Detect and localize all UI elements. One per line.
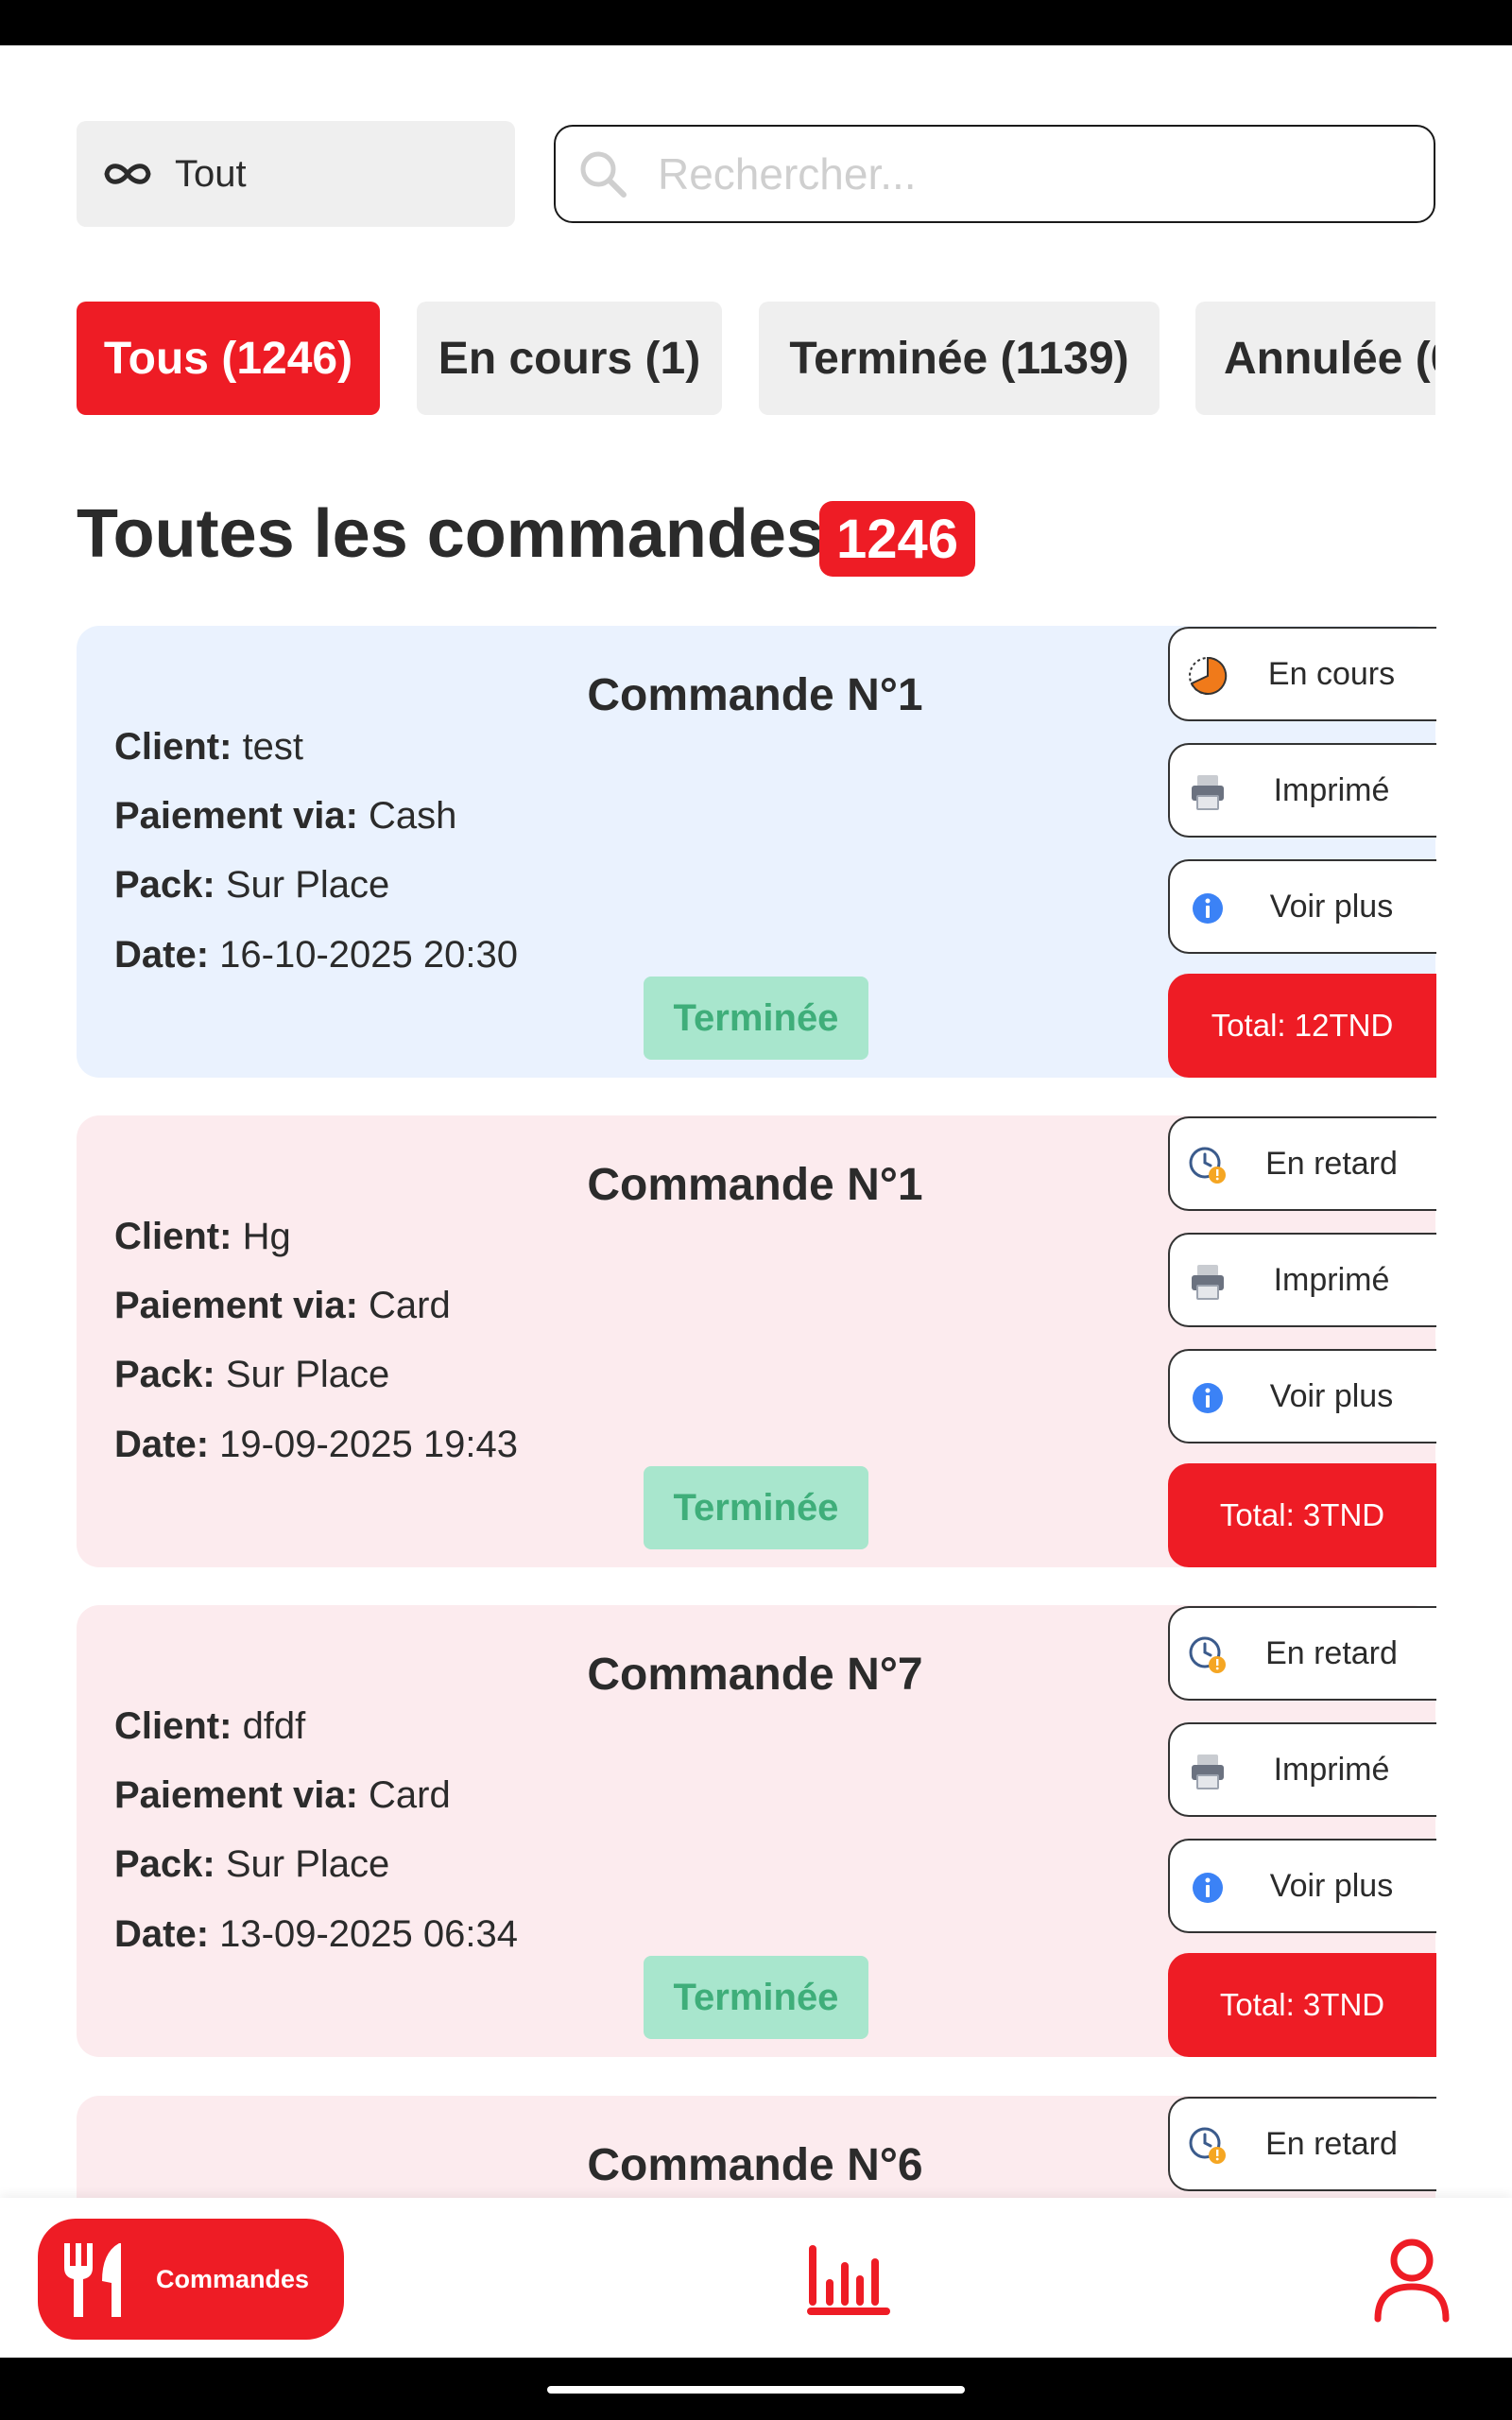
client-value: dfdf bbox=[242, 1705, 306, 1747]
fork-knife-icon bbox=[64, 2243, 121, 2317]
nav-orders-button[interactable]: Commandes bbox=[38, 2219, 344, 2340]
late-button[interactable]: En retard bbox=[1168, 1116, 1436, 1211]
progress-label: En cours bbox=[1267, 655, 1396, 692]
bar-chart-icon[interactable] bbox=[803, 2241, 894, 2319]
printed-button[interactable]: Imprimé bbox=[1168, 1722, 1436, 1817]
tab-annulee[interactable]: Annulée (0) bbox=[1195, 302, 1435, 415]
tab-terminee[interactable]: Terminée (1139) bbox=[759, 302, 1160, 415]
date-value: 19-09-2025 19:43 bbox=[219, 1424, 518, 1465]
infinity-icon bbox=[104, 164, 151, 184]
search-box[interactable] bbox=[554, 125, 1435, 223]
late-clock-icon bbox=[1189, 1636, 1226, 1673]
see-more-label: Voir plus bbox=[1269, 888, 1394, 925]
printer-icon bbox=[1192, 1754, 1224, 1789]
total-badge[interactable]: Total: 3TND bbox=[1168, 1953, 1436, 2057]
pack-value: Sur Place bbox=[225, 1843, 390, 1885]
orders-count-badge: 1246 bbox=[819, 501, 976, 577]
filter-select-label: Tout bbox=[175, 152, 247, 195]
late-button[interactable]: En retard bbox=[1168, 1606, 1436, 1701]
payment-value: Card bbox=[369, 1285, 451, 1326]
filter-select[interactable]: Tout bbox=[77, 121, 515, 227]
page-title: Toutes les commandes bbox=[77, 496, 824, 572]
status-bar bbox=[0, 0, 1512, 45]
status-badge: Terminée bbox=[644, 1466, 868, 1549]
printer-icon bbox=[1192, 775, 1224, 810]
client-label: Client: bbox=[114, 1705, 232, 1747]
pack-value: Sur Place bbox=[225, 864, 390, 906]
status-badge: Terminée bbox=[644, 1956, 868, 2039]
progress-button[interactable]: En cours bbox=[1168, 627, 1436, 721]
order-date: Date: 13-09-2025 06:34 bbox=[114, 1913, 518, 1956]
late-clock-icon bbox=[1189, 2127, 1226, 2164]
payment-value: Cash bbox=[369, 795, 457, 837]
home-indicator[interactable] bbox=[547, 2386, 965, 2394]
see-more-button[interactable]: Voir plus bbox=[1168, 1349, 1436, 1443]
date-label: Date: bbox=[114, 1913, 210, 1955]
late-label: En retard bbox=[1265, 2125, 1398, 2162]
total-badge[interactable]: Total: 12TND bbox=[1168, 974, 1436, 1078]
client-value: test bbox=[242, 726, 304, 768]
client-label: Client: bbox=[114, 1216, 232, 1257]
info-icon bbox=[1193, 1383, 1223, 1413]
printed-label: Imprimé bbox=[1273, 1751, 1390, 1788]
date-label: Date: bbox=[114, 1424, 210, 1465]
printer-icon bbox=[1192, 1265, 1224, 1300]
date-value: 16-10-2025 20:30 bbox=[219, 934, 518, 976]
late-label: En retard bbox=[1265, 1634, 1398, 1671]
late-button[interactable]: En retard bbox=[1168, 2097, 1436, 2191]
pack-label: Pack: bbox=[114, 864, 215, 906]
bottom-navigation: Commandes bbox=[0, 2198, 1512, 2358]
payment-label: Paiement via: bbox=[114, 1285, 358, 1326]
order-pack: Pack: Sur Place bbox=[114, 864, 389, 907]
order-payment: Paiement via: Card bbox=[114, 1774, 451, 1817]
payment-value: Card bbox=[369, 1774, 451, 1816]
printed-label: Imprimé bbox=[1273, 771, 1390, 808]
order-date: Date: 16-10-2025 20:30 bbox=[114, 934, 518, 977]
payment-label: Paiement via: bbox=[114, 795, 358, 837]
printed-button[interactable]: Imprimé bbox=[1168, 1233, 1436, 1327]
client-value: Hg bbox=[242, 1216, 291, 1257]
status-badge: Terminée bbox=[644, 977, 868, 1060]
pack-label: Pack: bbox=[114, 1354, 215, 1395]
payment-label: Paiement via: bbox=[114, 1774, 358, 1816]
date-label: Date: bbox=[114, 934, 210, 976]
search-icon bbox=[580, 151, 627, 198]
search-input[interactable] bbox=[658, 148, 1395, 199]
info-icon bbox=[1193, 1873, 1223, 1903]
order-date: Date: 19-09-2025 19:43 bbox=[114, 1424, 518, 1466]
pack-value: Sur Place bbox=[225, 1354, 390, 1395]
late-label: En retard bbox=[1265, 1145, 1398, 1182]
info-icon bbox=[1193, 893, 1223, 924]
printed-label: Imprimé bbox=[1273, 1261, 1390, 1298]
printed-button[interactable]: Imprimé bbox=[1168, 743, 1436, 838]
see-more-button[interactable]: Voir plus bbox=[1168, 859, 1436, 954]
order-payment: Paiement via: Card bbox=[114, 1285, 451, 1327]
order-client: Client: dfdf bbox=[114, 1705, 305, 1748]
see-more-button[interactable]: Voir plus bbox=[1168, 1839, 1436, 1933]
order-pack: Pack: Sur Place bbox=[114, 1354, 389, 1396]
pack-label: Pack: bbox=[114, 1843, 215, 1885]
tab-tous[interactable]: Tous (1246) bbox=[77, 302, 380, 415]
tab-en-cours[interactable]: En cours (1) bbox=[417, 302, 722, 415]
see-more-label: Voir plus bbox=[1269, 1377, 1394, 1414]
order-client: Client: Hg bbox=[114, 1216, 291, 1258]
see-more-label: Voir plus bbox=[1269, 1867, 1394, 1904]
status-tabs: Tous (1246) En cours (1) Terminée (1139)… bbox=[77, 302, 1435, 415]
in-progress-clock-icon bbox=[1189, 656, 1228, 695]
date-value: 13-09-2025 06:34 bbox=[219, 1913, 518, 1955]
order-client: Client: test bbox=[114, 726, 303, 769]
order-pack: Pack: Sur Place bbox=[114, 1843, 389, 1886]
total-badge[interactable]: Total: 3TND bbox=[1168, 1463, 1436, 1567]
client-label: Client: bbox=[114, 726, 232, 768]
nav-orders-label: Commandes bbox=[156, 2264, 310, 2293]
order-payment: Paiement via: Cash bbox=[114, 795, 456, 838]
late-clock-icon bbox=[1189, 1147, 1226, 1184]
user-profile-icon[interactable] bbox=[1372, 2238, 1452, 2323]
